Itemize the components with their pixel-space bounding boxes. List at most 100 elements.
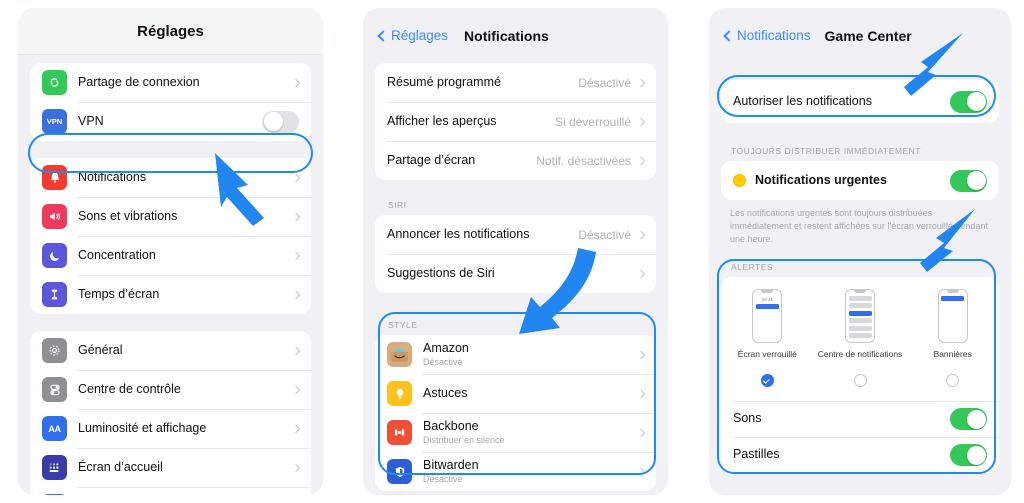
chevron-right-icon [636,117,646,126]
row-sounds[interactable]: Sons [721,401,999,438]
settings-row-hotspot[interactable]: Partage de connexion [30,63,311,102]
app-status: Désactivé [423,474,463,485]
settings-row-label: Centre de contrôle [78,381,181,396]
settings-row-focus[interactable]: Concentration [30,236,311,275]
list-item-app[interactable]: Amazon Désactivé [375,335,656,374]
chevron-right-icon [636,428,646,437]
badges-toggle[interactable] [950,444,987,467]
row-label: Partage d’écran [387,152,476,167]
mock-bar [848,318,872,324]
alerts-group: 09:41 Écran verrouillé Centre de notific… [721,277,999,474]
vpn-toggle[interactable] [262,110,299,133]
display-aa-icon: AA [42,416,67,441]
radio-banners[interactable] [946,374,960,388]
alert-style-notification-center[interactable]: Centre de notifications [814,289,907,388]
row-badges[interactable]: Pastilles [721,437,999,474]
settings-row-label: Partage de connexion [78,74,200,89]
amazon-app-icon [387,342,412,367]
screenshot-root: Réglages Partage de connexion VPN VPN No… [0,0,1024,503]
settings-row-vpn[interactable]: VPN VPN [30,102,311,141]
sidebar-item-notifications[interactable]: Notifications [30,158,311,197]
settings-group-connectivity: Partage de connexion VPN VPN [30,63,311,141]
notifications-group-top: Résumé programmé Désactivé Afficher les … [375,63,656,180]
settings-row-label: Notifications [78,169,147,184]
notification-center-mock [845,289,875,344]
lock-screen-mock: 09:41 [752,289,783,344]
app-label: Amazon Désactivé [423,341,638,369]
chevron-right-icon [291,78,301,87]
row-siri-suggestions[interactable]: Suggestions de Siri [375,254,656,293]
section-header-alerts: ALERTES [731,262,774,273]
page-title: Réglages [137,22,204,40]
list-item-app[interactable]: Bitwarden Désactivé [375,452,656,491]
section-header-style: STYLE [388,320,418,330]
control-center-icon [42,377,67,402]
alert-style-picker: 09:41 Écran verrouillé Centre de notific… [721,277,999,393]
chevron-right-icon [291,385,301,394]
yellow-dot-icon [733,174,746,187]
mock-bar [848,325,872,331]
hourglass-icon [42,282,67,307]
settings-row-general[interactable]: Général [30,331,311,370]
list-item-app[interactable]: Backbone Distribuer en silence [375,413,656,452]
row-label: Notifications urgentes [755,172,887,187]
chevron-right-icon [636,350,646,359]
app-name: Bitwarden [423,457,479,472]
alert-style-banners[interactable]: Bannières [906,289,999,388]
row-show-previews[interactable]: Afficher les aperçus Si déverrouillé [375,102,656,141]
back-label: Notifications [737,28,811,43]
chevron-right-icon [636,467,646,476]
settings-row-label: Luminosité et affichage [78,420,207,435]
settings-row-display[interactable]: AA Luminosité et affichage [30,409,311,448]
notch [946,290,959,293]
app-name: Amazon [423,340,469,355]
notifications-bell-icon [42,165,67,190]
settings-row-screentime[interactable]: Temps d’écran [30,275,311,314]
radio-lock-screen[interactable] [760,374,774,388]
mock-bar [848,333,872,339]
mock-notification-bar [941,295,965,301]
row-scheduled-summary[interactable]: Résumé programmé Désactivé [375,63,656,102]
urgent-notifications-toggle[interactable] [950,169,987,192]
chevron-right-icon [636,156,646,165]
settings-row-label: Concentration [78,247,156,262]
row-announce-notifications[interactable]: Annoncer les notifications Désactivé [375,215,656,254]
mock-bar [848,303,872,309]
app-name: Astuces [423,385,468,400]
notch [761,290,774,293]
accessibility-icon [42,494,67,495]
radio-notification-center[interactable] [853,374,867,388]
notifications-group-siri: Annoncer les notifications Désactivé Sug… [375,215,656,293]
row-label: Suggestions de Siri [387,265,495,280]
alert-style-label: Bannières [933,349,972,360]
list-item-app[interactable]: Astuces [375,374,656,413]
alert-style-lock-screen[interactable]: 09:41 Écran verrouillé [721,289,814,388]
settings-row-home-screen[interactable]: Écran d’accueil [30,448,311,487]
back-label: Réglages [391,28,449,43]
chevron-left-icon [723,29,735,42]
row-allow-notifications[interactable]: Autoriser les notifications [721,80,999,123]
allow-notifications-toggle[interactable] [950,90,987,113]
sounds-toggle[interactable] [950,408,987,431]
game-center-notifications-panel: Notifications Game Center Autoriser les … [709,8,1011,495]
alert-style-label: Centre de notifications [817,349,903,360]
settings-row-accessibility[interactable]: Accessibilité [30,487,311,495]
row-urgent-notifications[interactable]: Notifications urgentes [721,161,999,200]
back-to-notifications-button[interactable]: Notifications [723,28,811,43]
settings-row-label: Temps d’écran [78,286,160,301]
chevron-right-icon [291,424,301,433]
row-screen-sharing[interactable]: Partage d’écran Notif. désactivées [375,141,656,180]
row-label: Annoncer les notifications [387,226,530,241]
chevron-left-icon [377,29,389,42]
settings-group-system: Général Centre de contrôle AA Luminosité… [30,331,311,495]
settings-row-label: VPN [78,113,104,128]
settings-row-sounds[interactable]: Sons et vibrations [30,197,311,236]
settings-row-control-center[interactable]: Centre de contrôle [30,370,311,409]
back-to-settings-button[interactable]: Réglages [377,28,449,43]
chevron-right-icon [291,290,301,299]
chevron-right-icon [291,346,301,355]
app-status: Désactivé [423,357,463,368]
home-screen-icon [42,455,67,480]
settings-row-label: Écran d’accueil [78,459,163,474]
backbone-app-icon [387,420,412,445]
